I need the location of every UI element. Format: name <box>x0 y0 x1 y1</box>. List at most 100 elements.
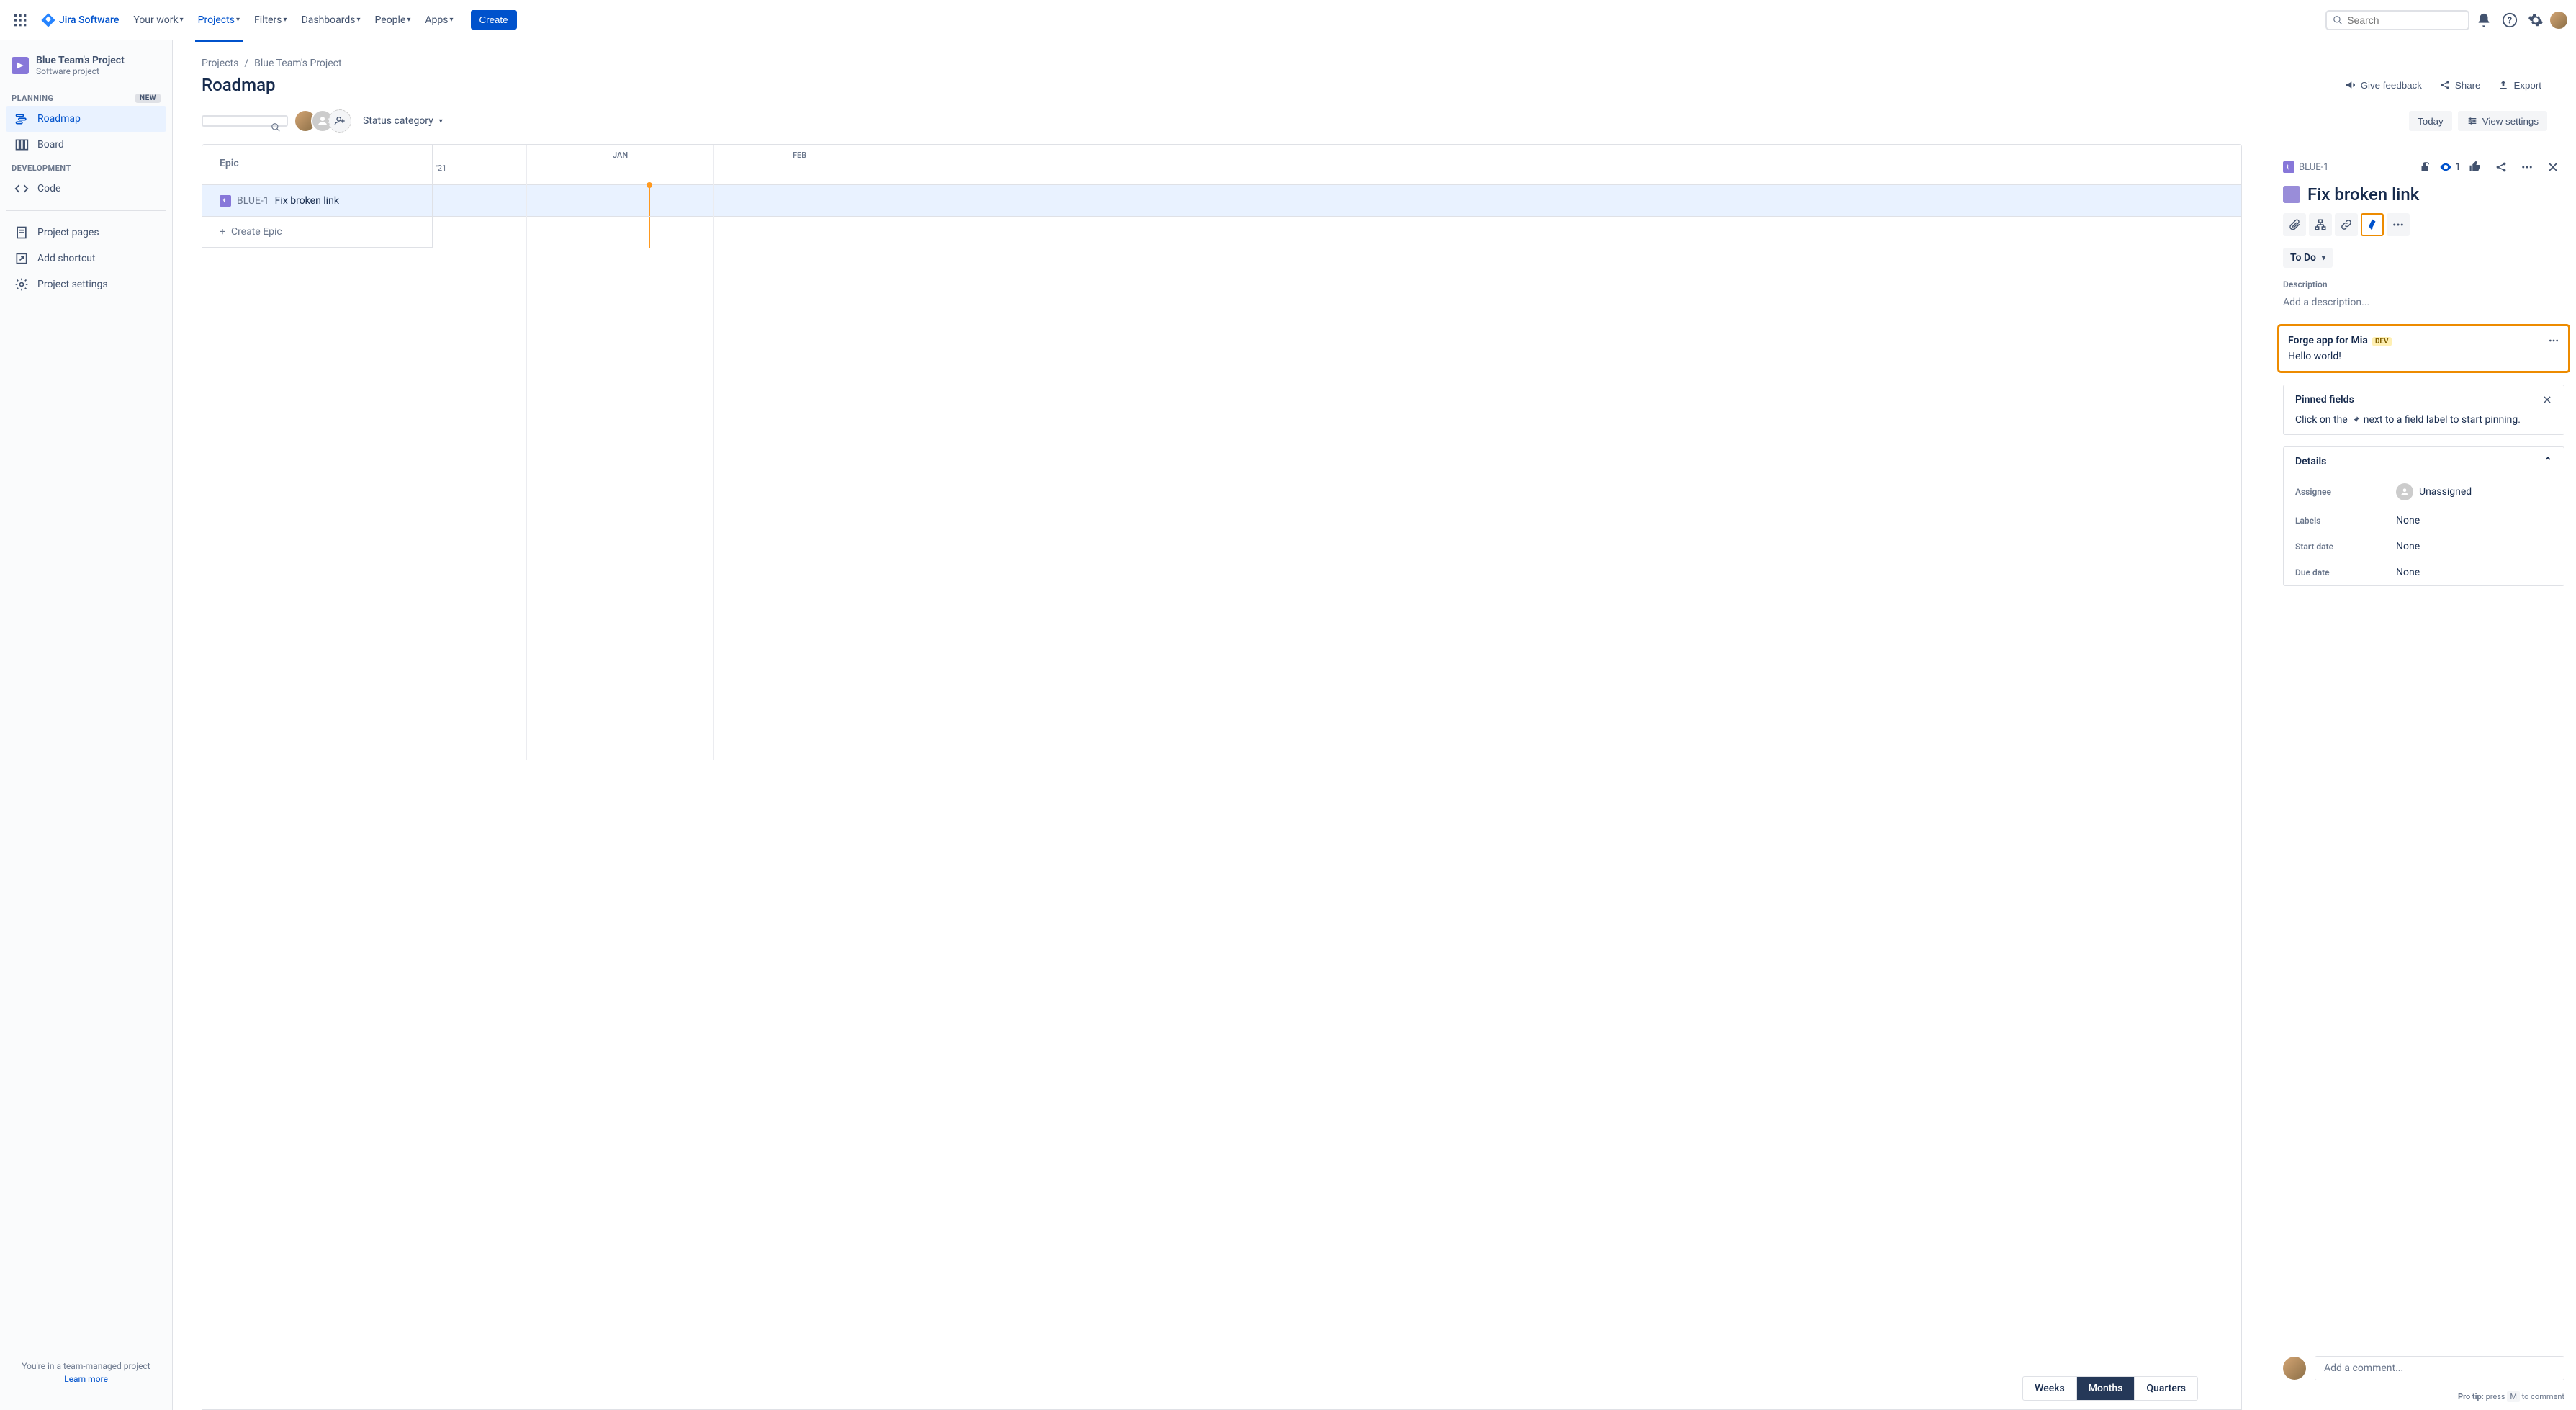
board-icon <box>14 138 29 152</box>
nav-projects[interactable]: Projects▾ <box>192 10 246 30</box>
breadcrumb-projects[interactable]: Projects <box>202 58 238 69</box>
nav-filters[interactable]: Filters▾ <box>248 10 293 30</box>
sidebar-shortcut[interactable]: Add shortcut <box>6 246 166 271</box>
svg-text:?: ? <box>2508 15 2512 26</box>
create-epic-row: + Create Epic <box>202 217 2241 248</box>
new-badge: NEW <box>135 94 161 103</box>
sidebar-code[interactable]: Code <box>6 176 166 202</box>
epic-color-swatch[interactable] <box>2283 186 2300 203</box>
share-button[interactable]: Share <box>2433 75 2487 95</box>
description-field[interactable]: Add a description... <box>2283 292 2564 313</box>
link-button[interactable] <box>2335 213 2358 236</box>
sidebar-pages[interactable]: Project pages <box>6 220 166 246</box>
pro-tip: Pro tip: press M to comment <box>2271 1389 2576 1410</box>
close-icon[interactable] <box>2541 156 2564 179</box>
app-switcher-icon[interactable] <box>9 9 32 32</box>
issue-title[interactable]: Fix broken link <box>2307 184 2419 205</box>
timeline-header: '21 JAN FEB <box>433 145 2241 184</box>
code-icon <box>14 181 29 196</box>
attach-button[interactable] <box>2283 213 2306 236</box>
nav-your-work[interactable]: Your work▾ <box>127 10 189 30</box>
share-icon[interactable] <box>2490 156 2513 179</box>
epic-key: BLUE-1 <box>237 195 269 207</box>
sidebar-board[interactable]: Board <box>6 132 166 158</box>
top-nav: Jira Software Your work▾ Projects▾ Filte… <box>0 0 2576 40</box>
profile-avatar[interactable] <box>2550 12 2567 29</box>
pinned-hint: Click on the next to a field label to st… <box>2284 414 2564 434</box>
issue-detail-panel: BLUE-1 1 <box>2271 144 2576 1410</box>
epic-column-header: Epic <box>202 145 433 184</box>
search-field[interactable] <box>2347 14 2462 26</box>
assignee-field[interactable]: Assignee Unassigned <box>2284 476 2564 508</box>
link-icon <box>2340 218 2353 231</box>
labels-field[interactable]: Labels None <box>2284 508 2564 534</box>
child-button[interactable] <box>2309 213 2332 236</box>
notifications-icon[interactable] <box>2472 9 2495 32</box>
comment-input[interactable]: Add a comment... <box>2315 1356 2564 1380</box>
more-actions-button[interactable] <box>2387 213 2410 236</box>
description-label: Description <box>2283 279 2564 289</box>
issue-reference[interactable]: BLUE-1 <box>2283 161 2328 173</box>
status-dropdown[interactable]: To Do▾ <box>2283 248 2333 268</box>
sidebar-footer: You're in a team-managed project Learn m… <box>6 1350 166 1396</box>
search-icon <box>271 122 281 133</box>
due-date-field[interactable]: Due date None <box>2284 560 2564 585</box>
breadcrumb-project[interactable]: Blue Team's Project <box>254 58 341 69</box>
pinned-fields-card: Pinned fields Click on the next to a fie… <box>2283 385 2564 435</box>
more-icon[interactable] <box>2516 156 2539 179</box>
breadcrumb: Projects / Blue Team's Project <box>202 58 2547 69</box>
roadmap-icon <box>14 112 29 126</box>
watch-button[interactable]: 1 <box>2439 161 2461 174</box>
forge-body: Hello world! <box>2288 351 2559 362</box>
atlassian-icon <box>2366 218 2379 231</box>
sidebar-settings[interactable]: Project settings <box>6 271 166 297</box>
forge-title: Forge app for Mia <box>2288 335 2368 346</box>
zoom-months[interactable]: Months <box>2077 1377 2135 1400</box>
zoom-controls: Weeks Months Quarters <box>2022 1376 2198 1401</box>
roadmap-grid: Epic '21 JAN FEB <box>202 144 2242 1410</box>
learn-more-link[interactable]: Learn more <box>17 1374 155 1384</box>
section-dev: DEVELOPMENT <box>6 158 166 176</box>
forge-more-icon[interactable] <box>2548 335 2559 346</box>
lock-icon[interactable] <box>2413 156 2436 179</box>
settings-icon[interactable] <box>2524 9 2547 32</box>
shortcut-icon <box>14 251 29 266</box>
feedback-button[interactable]: Give feedback <box>2339 75 2428 95</box>
nav-people[interactable]: People▾ <box>369 10 417 30</box>
today-button[interactable]: Today <box>2409 111 2452 131</box>
view-settings-button[interactable]: View settings <box>2458 111 2547 131</box>
create-button[interactable]: Create <box>471 10 517 30</box>
start-date-field[interactable]: Start date None <box>2284 534 2564 560</box>
settings-icon <box>14 277 29 292</box>
like-icon[interactable] <box>2464 156 2487 179</box>
nav-dashboards[interactable]: Dashboards▾ <box>296 10 366 30</box>
pin-icon <box>2351 415 2361 425</box>
details-card: Details⌃ Assignee Unassigned Labels None… <box>2283 446 2564 586</box>
more-icon <box>2392 218 2405 231</box>
export-button[interactable]: Export <box>2492 75 2547 95</box>
dev-badge: DEV <box>2372 337 2392 346</box>
pages-icon <box>14 225 29 240</box>
eye-icon <box>2439 161 2452 174</box>
help-icon[interactable]: ? <box>2498 9 2521 32</box>
status-category-dropdown[interactable]: Status category▾ <box>363 115 443 127</box>
sidebar-roadmap[interactable]: Roadmap <box>6 106 166 132</box>
forge-app-button[interactable] <box>2361 213 2384 236</box>
epic-row[interactable]: BLUE-1 Fix broken link <box>202 185 2241 217</box>
epic-search[interactable] <box>202 115 288 127</box>
project-name: Blue Team's Project <box>36 55 125 66</box>
plus-icon: + <box>220 226 225 238</box>
nav-apps[interactable]: Apps▾ <box>419 10 459 30</box>
person-icon <box>2396 483 2413 500</box>
zoom-weeks[interactable]: Weeks <box>2023 1377 2077 1400</box>
avatar-stack <box>300 109 351 133</box>
add-person-button[interactable] <box>328 109 351 133</box>
create-epic-button[interactable]: + Create Epic <box>202 217 433 248</box>
search-input[interactable] <box>2325 10 2469 30</box>
sliders-icon <box>2467 115 2478 127</box>
project-type: Software project <box>36 66 125 76</box>
zoom-quarters[interactable]: Quarters <box>2135 1377 2197 1400</box>
jira-logo[interactable]: Jira Software <box>35 12 125 28</box>
close-icon[interactable] <box>2542 395 2552 405</box>
forge-app-panel: Forge app for Mia DEV Hello world! <box>2277 324 2570 373</box>
